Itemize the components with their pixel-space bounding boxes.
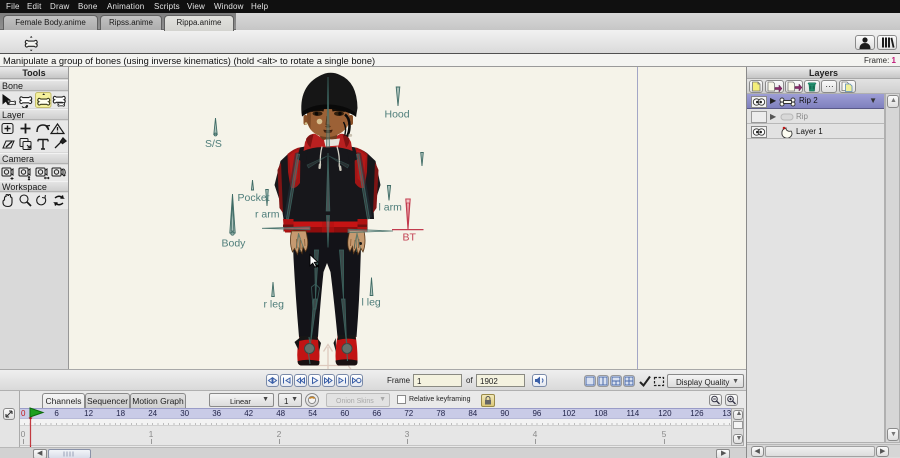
svg-text:r arm: r arm [255, 209, 280, 221]
svg-text:Pocket: Pocket [238, 192, 270, 204]
svg-text:BT: BT [403, 232, 417, 244]
svg-text:Hood: Hood [385, 109, 410, 121]
svg-text:l leg: l leg [362, 297, 381, 309]
svg-text:r leg: r leg [264, 299, 285, 311]
svg-text:S/S: S/S [205, 138, 222, 150]
svg-text:l arm: l arm [379, 202, 403, 214]
svg-text:Body: Body [222, 238, 247, 250]
